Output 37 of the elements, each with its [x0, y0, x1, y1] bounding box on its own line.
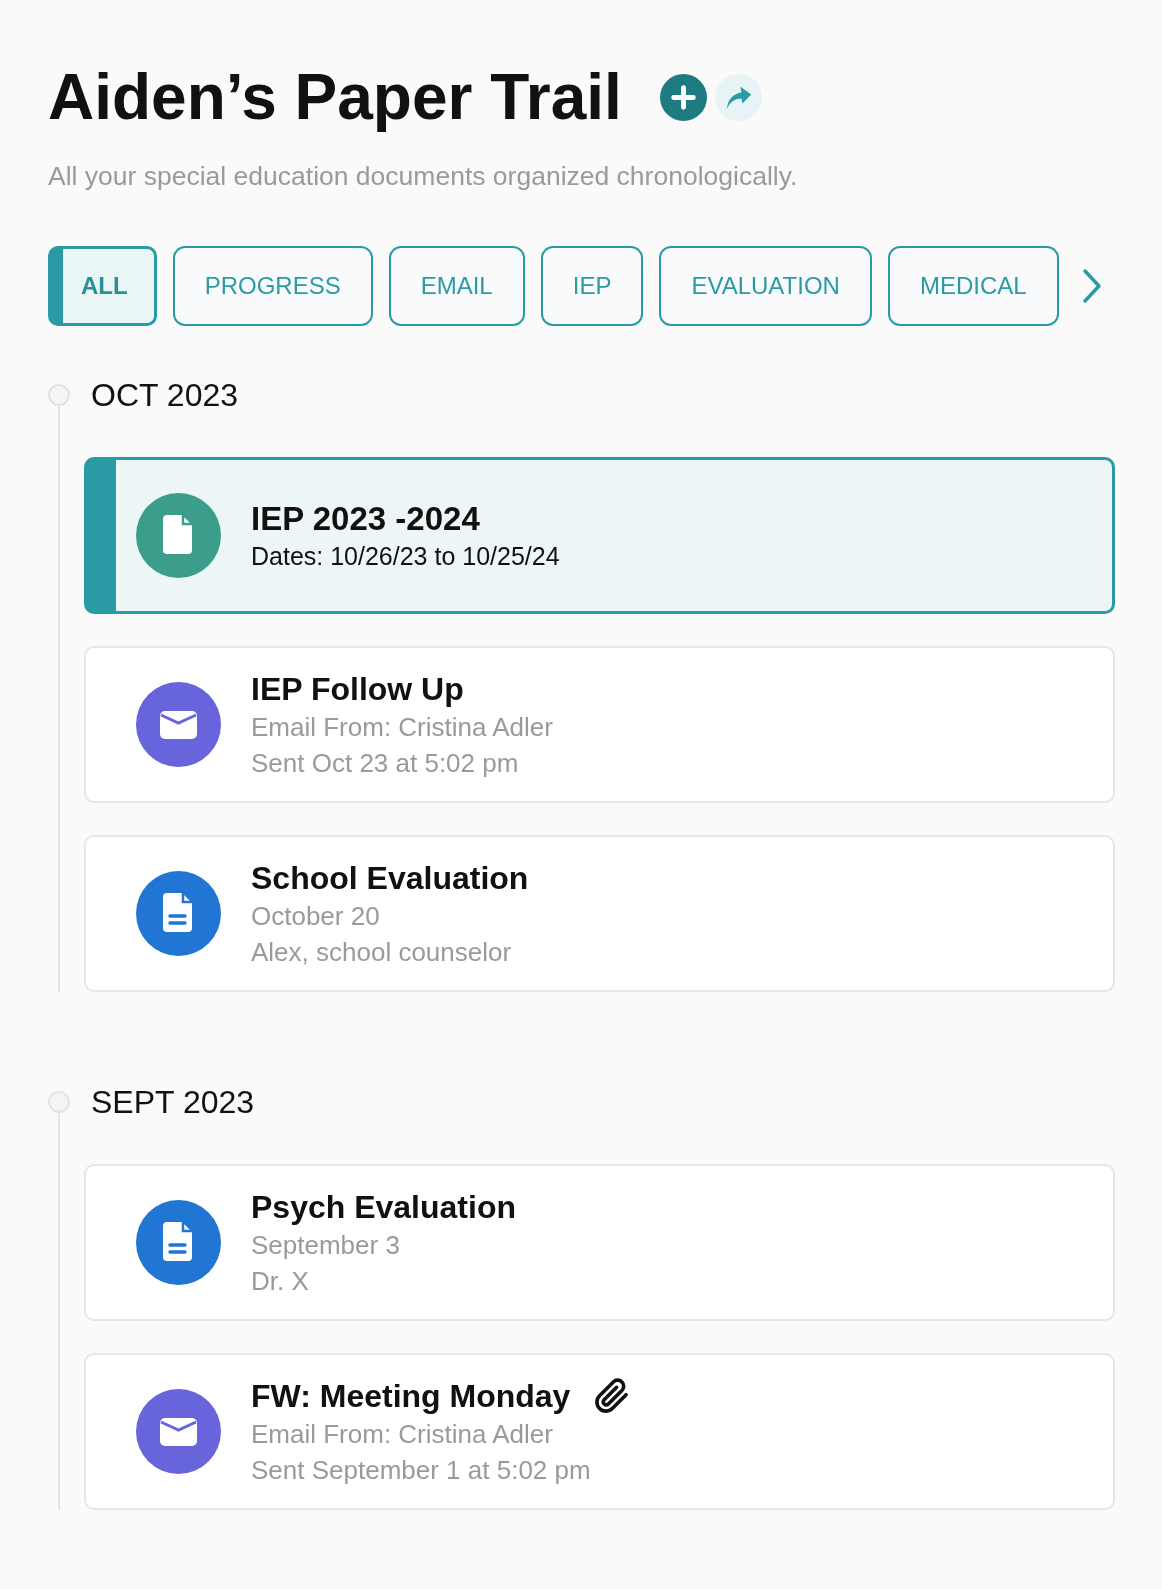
- document-card[interactable]: School Evaluation October 20 Alex, school counselor: [84, 835, 1115, 992]
- month-heading: OCT 2023: [91, 376, 240, 415]
- envelope-icon: [136, 682, 221, 767]
- envelope-icon: [136, 1389, 221, 1474]
- document-title: IEP 2023 -2024: [251, 498, 480, 539]
- document-card[interactable]: FW: Meeting Monday Email From: Cristina Adler Sent September 1 at 5:02 pm: [84, 1353, 1115, 1510]
- plus-icon: [659, 73, 707, 121]
- filter-chip[interactable]: PROGRESS: [172, 246, 373, 326]
- document-icon: [136, 493, 221, 578]
- document-detail: Dr. X: [251, 1264, 310, 1298]
- document-lines-icon: [136, 871, 221, 956]
- document-card[interactable]: IEP 2023 -2024 Dates: 10/26/23 to 10/25/24: [84, 457, 1115, 614]
- document-detail: Sent Oct 23 at 5:02 pm: [251, 746, 520, 780]
- document-detail: Dates: 10/26/23 to 10/25/24: [251, 540, 560, 572]
- page-title: Aiden’s Paper Trail: [48, 62, 622, 132]
- page-subtitle: All your special education documents organized chronologically.: [48, 160, 799, 193]
- filter-chip[interactable]: IEP: [540, 246, 644, 326]
- document-title: IEP Follow Up: [251, 669, 464, 709]
- document-lines-icon: [136, 1200, 221, 1285]
- month-heading: SEPT 2023: [91, 1083, 256, 1122]
- filter-chip[interactable]: MEDICAL: [887, 246, 1059, 326]
- document-card[interactable]: IEP Follow Up Email From: Cristina Adler Sent Oct 23 at 5:02 pm: [84, 646, 1115, 803]
- filter-chip[interactable]: EMAIL: [388, 246, 525, 326]
- add-button[interactable]: [659, 73, 707, 121]
- document-detail: Alex, school counselor: [251, 935, 513, 969]
- document-detail: Email From: Cristina Adler: [251, 710, 553, 744]
- document-title: School Evaluation: [251, 858, 529, 898]
- document-detail: October 20: [251, 899, 381, 933]
- document-title: Psych Evaluation: [251, 1187, 516, 1227]
- document-title: FW: Meeting Monday: [251, 1376, 571, 1416]
- document-detail: Sent September 1 at 5:02 pm: [251, 1453, 592, 1487]
- document-detail: Email From: Cristina Adler: [251, 1417, 554, 1451]
- filter-chip[interactable]: ALL: [48, 246, 157, 326]
- document-card[interactable]: Psych Evaluation September 3 Dr. X: [84, 1164, 1115, 1321]
- share-button[interactable]: [714, 73, 762, 121]
- filter-chip[interactable]: EVALUATION: [659, 246, 872, 326]
- document-detail: September 3: [251, 1228, 401, 1262]
